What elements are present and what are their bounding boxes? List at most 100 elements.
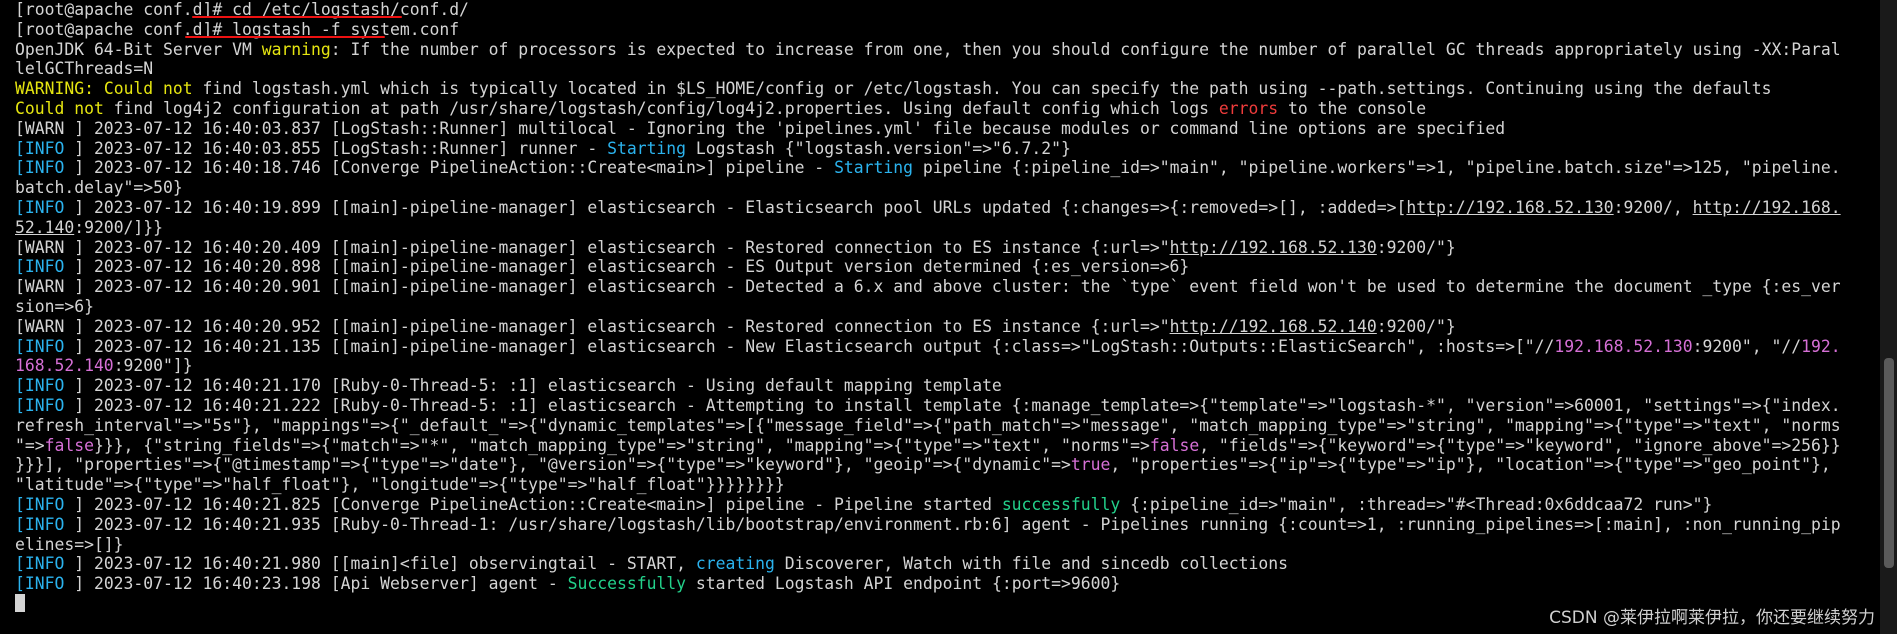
terminal-line: [INFO ] 2023-07-12 16:40:23.198 [Api Web…	[15, 574, 1880, 594]
terminal-text-segment: , "properties"=>{"ip"=>{"type"=>"ip"}, "…	[1110, 455, 1831, 475]
terminal-text-segment: [INFO	[15, 257, 65, 277]
terminal-text-segment: sion=>6}	[15, 296, 94, 316]
terminal-line: OpenJDK 64-Bit Server VM warning: If the…	[15, 40, 1880, 60]
terminal-line: "latitude"=>{"type"=>"half_float"}, "lon…	[15, 475, 1880, 495]
terminal-text-segment: :9200"]}	[113, 356, 193, 376]
terminal-line: [INFO ] 2023-07-12 16:40:18.746 [Converg…	[15, 158, 1880, 178]
terminal-text-segment: [WARN ] 2023-07-12 16:40:20.901 [[main]-…	[15, 277, 1841, 297]
terminal-text-segment: :9200", "//	[1692, 336, 1802, 356]
terminal-text-segment: Could not	[15, 98, 104, 118]
terminal-text-segment: [WARN ] 2023-07-12 16:40:20.409 [[main]-…	[15, 237, 1170, 257]
terminal-text-segment: ] 2023-07-12 16:40:23.198 [Api Webserver…	[64, 574, 568, 594]
terminal-line: Could not find log4j2 configuration at p…	[15, 99, 1880, 119]
terminal-text-segment: 192.	[1801, 336, 1841, 356]
terminal-text-segment: true	[1070, 455, 1111, 475]
terminal-text-segment: : If the number of processors is expecte…	[330, 39, 1841, 59]
terminal-text-segment: started Logstash API endpoint {:port=>96…	[686, 574, 1121, 594]
terminal-line: [INFO ] 2023-07-12 16:40:21.980 [[main]<…	[15, 554, 1880, 574]
terminal-line: 168.52.140:9200"]}	[15, 356, 1880, 376]
terminal-output[interactable]: [root@apache conf.d]# cd /etc/logstash/c…	[0, 0, 1880, 634]
terminal-text-segment: :9200/"}	[1376, 316, 1456, 336]
annotation-underline-logstash-command	[185, 36, 385, 38]
terminal-text-segment: :9200/]}}	[74, 217, 164, 237]
terminal-text-segment: ] 2023-07-12 16:40:19.899 [[main]-pipeli…	[64, 197, 1407, 217]
terminal-text-segment: [INFO	[15, 494, 65, 514]
terminal-line: sion=>6}	[15, 297, 1880, 317]
terminal-text-segment: successfully	[1001, 494, 1121, 514]
terminal-text-segment: ] 2023-07-12 16:40:18.746 [Converge Pipe…	[64, 158, 835, 178]
cursor	[15, 593, 25, 612]
terminal-text-segment: [INFO	[15, 376, 65, 396]
terminal-text-segment: 192.168.52.130	[1554, 336, 1693, 356]
terminal-line: [WARN ] 2023-07-12 16:40:20.901 [[main]-…	[15, 277, 1880, 297]
scrollbar-thumb[interactable]	[1884, 358, 1894, 568]
terminal-text-segment: warning	[261, 39, 331, 59]
terminal-text-segment: ] 2023-07-12 16:40:21.222 [Ruby-0-Thread…	[64, 395, 1841, 415]
terminal-line: [INFO ] 2023-07-12 16:40:03.855 [LogStas…	[15, 139, 1880, 159]
terminal-text-segment: [INFO	[15, 336, 65, 356]
terminal-text-segment: ] 2023-07-12 16:40:20.898 [[main]-pipeli…	[64, 257, 1190, 277]
terminal-text-segment: errors	[1218, 98, 1279, 118]
terminal-text-segment: Could not	[103, 79, 193, 99]
terminal-text-segment: batch.delay"=>50}	[15, 178, 183, 198]
terminal-text-segment: refresh_interval"=>"5s"}, "mappings"=>{"…	[15, 415, 1841, 435]
terminal-text-segment: Successfully	[567, 574, 687, 594]
terminal-line: [WARN ] 2023-07-12 16:40:20.409 [[main]-…	[15, 238, 1880, 258]
terminal-text-segment: "latitude"=>{"type"=>"half_float"}, "lon…	[15, 475, 785, 495]
terminal-line: batch.delay"=>50}	[15, 178, 1880, 198]
csdn-watermark: CSDN @莱伊拉啊莱伊拉，你还要继续努力	[1549, 608, 1875, 628]
terminal-text-segment: http://192.168.52.130	[1406, 197, 1614, 217]
terminal-text-segment: 168.52.140	[15, 356, 114, 376]
terminal-text-segment: "=>	[15, 435, 45, 455]
terminal-text-segment: [INFO	[15, 158, 65, 178]
terminal-text-segment: ] 2023-07-12 16:40:03.855 [LogStash::Run…	[64, 138, 608, 158]
terminal-line: [WARN ] 2023-07-12 16:40:03.837 [LogStas…	[15, 119, 1880, 139]
terminal-text-segment: :9200/"}	[1376, 237, 1456, 257]
terminal-line: [INFO ] 2023-07-12 16:40:21.935 [Ruby-0-…	[15, 515, 1880, 535]
terminal-text-segment: 52.140	[15, 217, 75, 237]
terminal-text-segment: creating	[695, 554, 775, 574]
terminal-text-segment: [INFO	[15, 514, 65, 534]
terminal-text-segment: [WARN ] 2023-07-12 16:40:03.837 [LogStas…	[15, 118, 1506, 138]
terminal-text-segment: WARNING:	[15, 79, 94, 99]
terminal-line: }}}], "properties"=>{"@timestamp"=>{"typ…	[15, 455, 1880, 475]
terminal-text-segment: false	[44, 435, 94, 455]
terminal-line: elines=>[]}	[15, 535, 1880, 555]
terminal-text-segment: OpenJDK 64-Bit Server VM	[15, 39, 262, 59]
terminal-text-segment: Starting	[834, 158, 914, 178]
terminal-text-segment: [INFO	[15, 554, 65, 574]
terminal-text-segment: http://192.168.52.130	[1169, 237, 1377, 257]
terminal-text-segment: ] 2023-07-12 16:40:21.980 [[main]<file] …	[64, 554, 696, 574]
terminal-text-segment: find logstash.yml which is typically loc…	[192, 79, 1772, 99]
terminal-line: [WARN ] 2023-07-12 16:40:20.952 [[main]-…	[15, 317, 1880, 337]
terminal-text-segment: [INFO	[15, 574, 65, 594]
terminal-line: [INFO ] 2023-07-12 16:40:21.135 [[main]-…	[15, 337, 1880, 357]
terminal-text-segment: [WARN ] 2023-07-12 16:40:20.952 [[main]-…	[15, 316, 1170, 336]
terminal-text-segment: lelGCThreads=N	[15, 59, 154, 79]
terminal-text-segment: , "fields"=>{"keyword"=>{"type"=>"keywor…	[1199, 435, 1841, 455]
terminal-line: "=>false}}}, {"string_fields"=>{"match"=…	[15, 436, 1880, 456]
terminal-text-segment: false	[1149, 435, 1200, 455]
terminal-text-segment: find log4j2 configuration at path /usr/s…	[103, 98, 1219, 118]
terminal-text-segment: ] 2023-07-12 16:40:21.825 [Converge Pipe…	[64, 494, 1002, 514]
terminal-text-segment: }}}, {"string_fields"=>{"match"=>"*", "m…	[93, 435, 1150, 455]
terminal-line: lelGCThreads=N	[15, 59, 1880, 79]
terminal-text-segment: to the console	[1278, 98, 1427, 118]
terminal-line: refresh_interval"=>"5s"}, "mappings"=>{"…	[15, 416, 1880, 436]
terminal-text-segment: Discoverer, Watch with file and sincedb …	[774, 554, 1288, 574]
terminal-text-segment: [INFO	[15, 138, 65, 158]
terminal-line: [INFO ] 2023-07-12 16:40:21.170 [Ruby-0-…	[15, 376, 1880, 396]
terminal-line: [INFO ] 2023-07-12 16:40:21.825 [Converg…	[15, 495, 1880, 515]
terminal-text-segment: Starting	[607, 138, 687, 158]
terminal-text-segment: Logstash {"logstash.version"=>"6.7.2"}	[686, 138, 1071, 158]
terminal-text-segment: :9200/,	[1613, 197, 1693, 217]
terminal-text-segment: elines=>[]}	[15, 534, 124, 554]
vertical-scrollbar[interactable]	[1880, 0, 1897, 634]
terminal-text-segment: [INFO	[15, 395, 65, 415]
terminal-text-segment: [INFO	[15, 197, 65, 217]
terminal-line: [INFO ] 2023-07-12 16:40:19.899 [[main]-…	[15, 198, 1880, 218]
terminal-line: 52.140:9200/]}}	[15, 218, 1880, 238]
terminal-text-segment: ] 2023-07-12 16:40:21.935 [Ruby-0-Thread…	[64, 514, 1841, 534]
terminal-text-segment: {:pipeline_id=>"main", :thread=>"#<Threa…	[1120, 494, 1713, 514]
